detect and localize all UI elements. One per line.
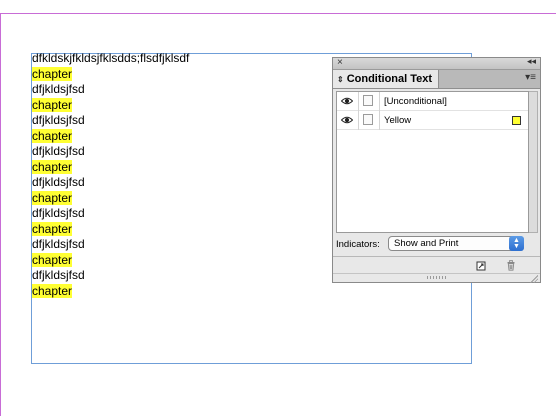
column-divider xyxy=(358,111,359,130)
tab-label: Conditional Text xyxy=(346,73,433,85)
indicators-dropdown[interactable]: Show and Print ▲ ▼ xyxy=(388,236,524,251)
text-line-content: dfjkldsjfsd xyxy=(32,237,85,251)
text-line-content: dfjkldsjfsd xyxy=(32,206,85,220)
panel-resize-grip[interactable] xyxy=(333,273,540,283)
highlighted-text: chapter xyxy=(32,190,73,205)
list-scrollbar[interactable] xyxy=(529,91,538,233)
column-divider xyxy=(379,111,380,130)
text-line-content: dfjkldsjfsd xyxy=(32,268,85,282)
text-line-content: dfjkldsjfsd xyxy=(32,175,85,189)
column-divider xyxy=(379,92,380,111)
close-icon[interactable]: × xyxy=(337,57,343,68)
panel-menu-icon[interactable]: ▾≡ xyxy=(525,72,536,83)
condition-name: Yellow xyxy=(384,115,412,126)
highlighted-text: chapter xyxy=(32,221,73,236)
condition-checkbox[interactable] xyxy=(363,95,373,106)
highlighted-text: chapter xyxy=(32,252,73,267)
dropdown-stepper-icon[interactable]: ▲ ▼ xyxy=(509,236,524,251)
condition-checkbox[interactable] xyxy=(363,114,373,125)
condition-row-yellow[interactable]: Yellow xyxy=(337,111,528,130)
visibility-eye-icon[interactable] xyxy=(337,92,357,110)
text-line-content: dfjkldsjfsd xyxy=(32,82,85,96)
new-condition-button[interactable] xyxy=(475,260,486,271)
conditions-list: [Unconditional] Yellow xyxy=(336,91,529,233)
highlighted-text: chapter xyxy=(32,97,73,112)
corner-resize-icon[interactable] xyxy=(530,275,538,283)
text-line-content: dfjkldsjfsd xyxy=(32,144,85,158)
text-line: chapter xyxy=(32,283,462,300)
conditional-text-panel: × ◂◂ ⇕ Conditional Text ▾≡ [Unconditiona… xyxy=(332,56,541,283)
highlighted-text: chapter xyxy=(32,128,73,143)
panel-bottom-bar xyxy=(333,256,540,274)
panel-title-bar[interactable]: × ◂◂ xyxy=(333,56,540,70)
highlighted-text: chapter xyxy=(32,66,73,81)
column-divider xyxy=(358,92,359,111)
highlighted-text: chapter xyxy=(32,283,73,298)
tab-conditional-text[interactable]: ⇕ Conditional Text xyxy=(333,70,439,88)
condition-color-swatch xyxy=(512,116,521,125)
collapse-icon[interactable]: ◂◂ xyxy=(527,56,536,67)
panel-tab-row: ⇕ Conditional Text ▾≡ xyxy=(333,70,540,89)
trash-icon xyxy=(507,260,514,271)
highlighted-text: chapter xyxy=(32,159,73,174)
condition-row-unconditional[interactable]: [Unconditional] xyxy=(337,92,528,111)
condition-name: [Unconditional] xyxy=(384,96,447,107)
indicators-value: Show and Print xyxy=(394,238,459,249)
visibility-eye-icon[interactable] xyxy=(337,111,357,129)
delete-condition-button[interactable] xyxy=(505,260,516,271)
text-line-content: dfjkldsjfsd xyxy=(32,113,85,127)
grip-dots-icon xyxy=(427,276,447,279)
tab-options-icon: ⇕ xyxy=(337,74,344,84)
indicators-row: Indicators: Show and Print ▲ ▼ xyxy=(336,236,536,252)
new-page-icon xyxy=(476,261,485,270)
indicators-label: Indicators: xyxy=(336,239,380,250)
text-line-content: dfkldskjfkldsjfklsdds;flsdfjklsdf xyxy=(32,51,190,65)
